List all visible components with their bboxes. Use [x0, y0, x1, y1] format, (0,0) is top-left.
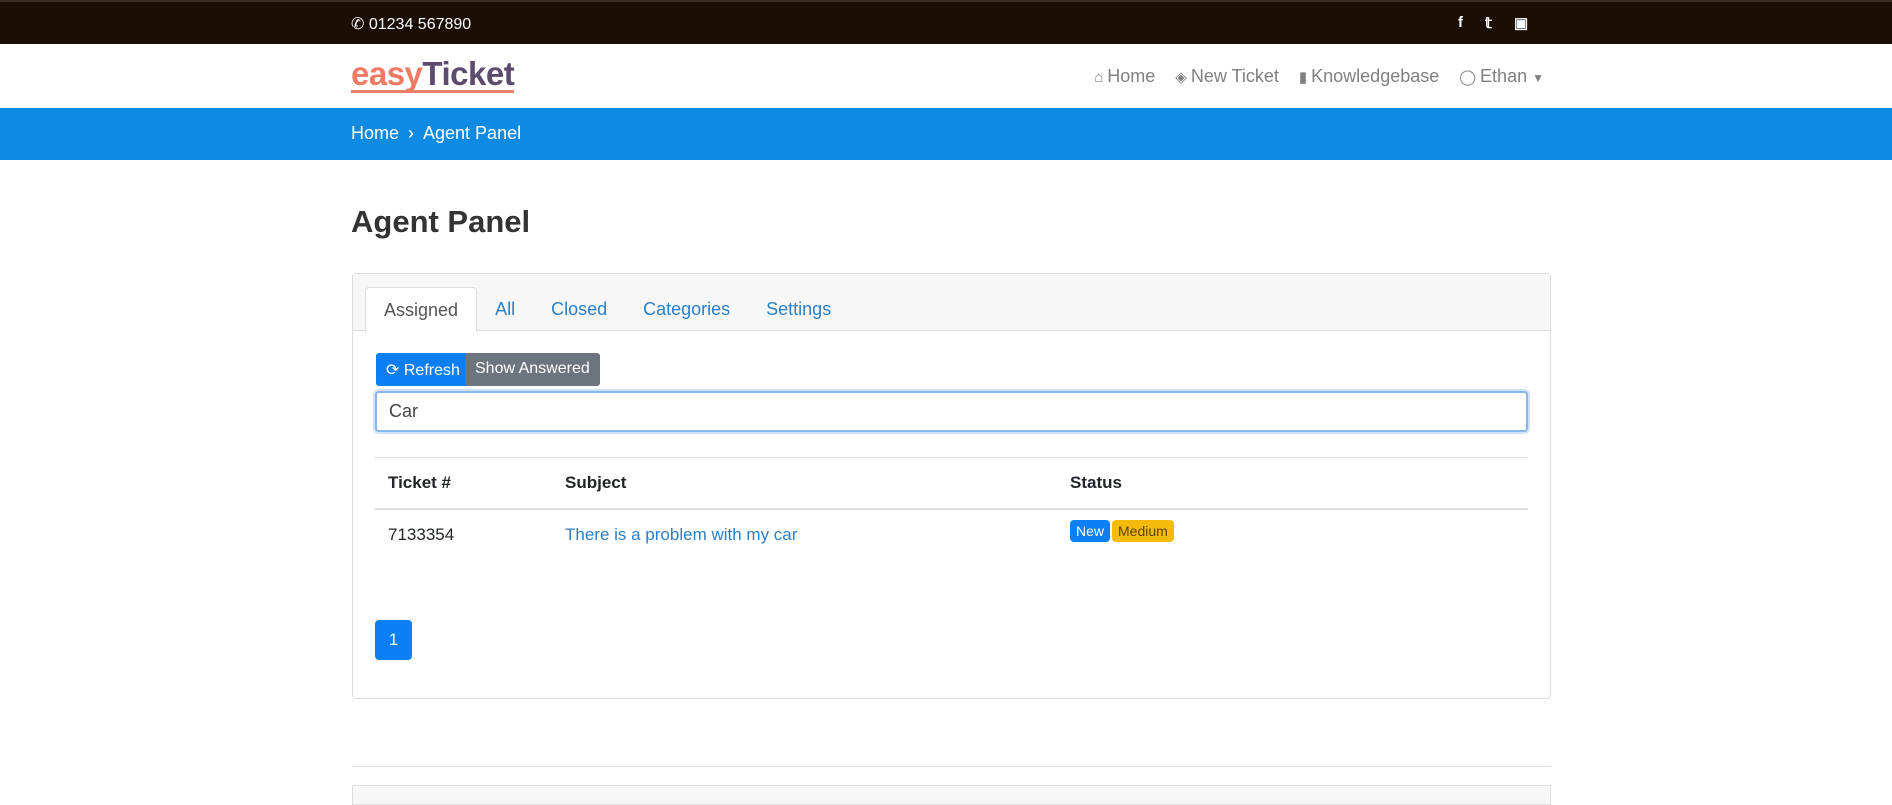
phone-icon: ✆ — [351, 16, 365, 33]
user-name: Ethan — [1480, 66, 1528, 86]
tab-assigned[interactable]: Assigned — [365, 287, 478, 332]
refresh-icon: ⟳ — [386, 362, 400, 379]
breadcrumb: Home › Agent Panel — [351, 123, 521, 144]
home-icon: ⌂ — [1094, 69, 1104, 86]
user-menu[interactable]: ◯ Ethan ▼ — [1459, 66, 1544, 87]
breadcrumb-current: Agent Panel — [423, 123, 522, 143]
social-links: f 𝕥 ▣ — [1458, 14, 1528, 32]
nav-knowledgebase-label: Knowledgebase — [1311, 66, 1440, 86]
priority-badge: Medium — [1112, 520, 1174, 542]
table-row[interactable]: 7133354 There is a problem with my car N… — [375, 509, 1528, 561]
logo[interactable]: easyTicket — [351, 55, 515, 93]
refresh-label: Refresh — [403, 362, 460, 379]
tabs: Assigned All Closed Categories Settings — [365, 287, 849, 332]
show-answered-button[interactable]: Show Answered — [465, 353, 600, 386]
ticket-subject-link[interactable]: There is a problem with my car — [565, 525, 797, 544]
breadcrumb-bar: Home › Agent Panel — [0, 108, 1892, 160]
user-icon: ◯ — [1459, 69, 1477, 86]
footer-box — [352, 785, 1551, 805]
main-nav: ⌂ Home ◈ New Ticket ▮ Knowledgebase ◯ Ethan … — [1094, 66, 1544, 87]
tab-settings[interactable]: Settings — [748, 287, 849, 331]
agent-panel-card: Assigned All Closed Categories Settings … — [352, 273, 1551, 699]
header-subject: Subject — [552, 457, 1057, 510]
card-header: Assigned All Closed Categories Settings — [353, 274, 1550, 332]
refresh-button[interactable]: ⟳ Refresh — [376, 353, 470, 386]
chevron-right-icon: › — [408, 123, 415, 143]
nav-new-ticket-label: New Ticket — [1190, 66, 1279, 86]
tab-categories[interactable]: Categories — [625, 287, 748, 331]
tab-all[interactable]: All — [477, 287, 533, 331]
nav-home-label: Home — [1107, 66, 1156, 86]
page-title: Agent Panel — [351, 204, 531, 239]
ticket-number: 7133354 — [388, 525, 455, 544]
logo-part2: Ticket — [422, 55, 515, 92]
header-ticket: Ticket # — [375, 457, 552, 510]
nav-new-ticket[interactable]: ◈ New Ticket — [1175, 66, 1279, 87]
search-input[interactable] — [375, 391, 1528, 432]
phone-number: 01234 567890 — [368, 16, 472, 33]
header-status: Status — [1057, 457, 1528, 510]
status-badge: New — [1070, 520, 1111, 542]
facebook-icon[interactable]: f — [1458, 14, 1463, 32]
book-icon: ▮ — [1298, 69, 1308, 86]
phone-contact: ✆ 01234 567890 — [351, 14, 471, 34]
nav-knowledgebase[interactable]: ▮ Knowledgebase — [1299, 66, 1439, 87]
ticket-icon: ◈ — [1175, 69, 1187, 86]
navbar: easyTicket ⌂ Home ◈ New Ticket ▮ Knowledgeb… — [0, 44, 1892, 108]
caret-down-icon: ▼ — [1532, 71, 1544, 85]
divider — [352, 766, 1551, 767]
breadcrumb-home[interactable]: Home — [351, 123, 399, 144]
twitter-icon[interactable]: 𝕥 — [1485, 14, 1492, 32]
instagram-icon[interactable]: ▣ — [1514, 14, 1528, 32]
logo-part1: easy — [351, 55, 423, 92]
nav-home[interactable]: ⌂ Home — [1094, 66, 1155, 87]
tickets-table: Ticket # Subject Status 7133354 There is… — [375, 457, 1528, 561]
top-bar: ✆ 01234 567890 f 𝕥 ▣ — [0, 0, 1892, 44]
tab-closed[interactable]: Closed — [533, 287, 625, 331]
pagination-page-1[interactable]: 1 — [375, 620, 412, 660]
